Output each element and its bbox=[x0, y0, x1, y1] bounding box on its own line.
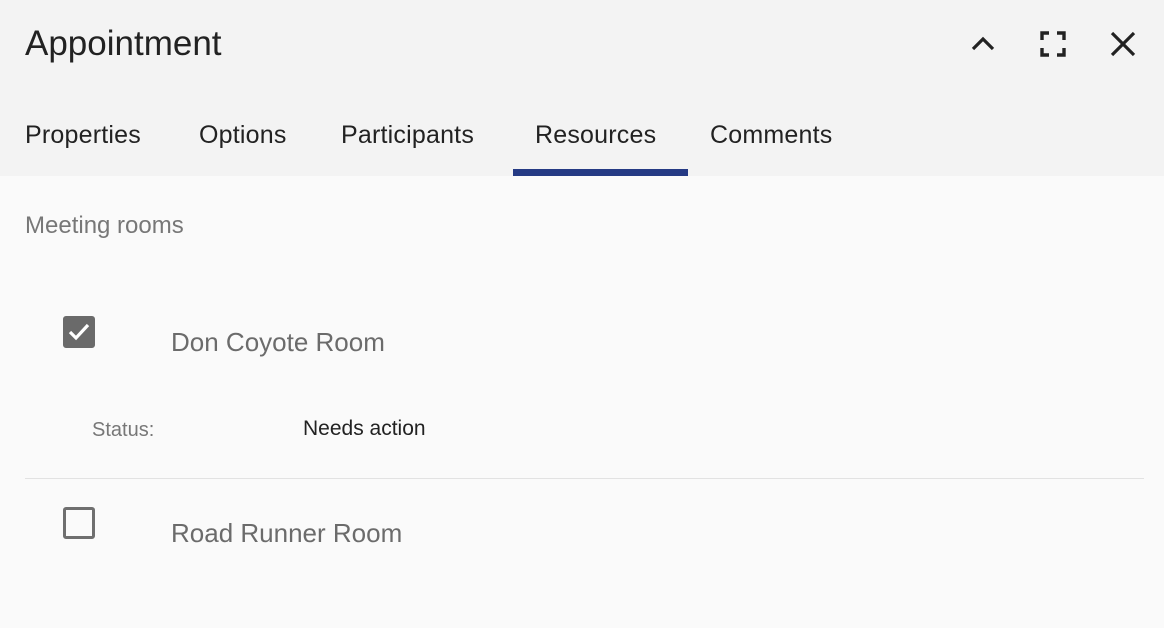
tab-bar: Properties Options Participants Resource… bbox=[0, 108, 1164, 176]
active-tab-indicator bbox=[513, 169, 688, 176]
close-icon bbox=[1110, 31, 1136, 57]
status-value: Needs action bbox=[303, 417, 426, 440]
maximize-button[interactable] bbox=[1035, 26, 1071, 62]
collapse-button[interactable] bbox=[965, 26, 1001, 62]
section-label: Meeting rooms bbox=[25, 212, 184, 239]
divider bbox=[25, 478, 1144, 479]
dialog-title: Appointment bbox=[25, 24, 222, 63]
room-name[interactable]: Don Coyote Room bbox=[171, 325, 385, 359]
close-button[interactable] bbox=[1105, 26, 1141, 62]
room-checkbox-don-coyote[interactable] bbox=[63, 316, 95, 348]
status-label: Status: bbox=[92, 419, 155, 441]
checkmark-icon bbox=[68, 323, 90, 341]
chevron-up-icon bbox=[971, 36, 995, 51]
maximize-icon bbox=[1040, 31, 1066, 57]
room-checkbox-road-runner[interactable] bbox=[63, 507, 95, 539]
dialog-header: Appointment Properties Options Participa… bbox=[0, 0, 1164, 176]
tab-properties[interactable]: Properties bbox=[25, 108, 141, 176]
tab-resources[interactable]: Resources bbox=[535, 108, 656, 176]
tab-options[interactable]: Options bbox=[199, 108, 287, 176]
room-name[interactable]: Road Runner Room bbox=[171, 516, 402, 550]
tab-participants[interactable]: Participants bbox=[341, 108, 474, 176]
tab-comments[interactable]: Comments bbox=[710, 108, 832, 176]
